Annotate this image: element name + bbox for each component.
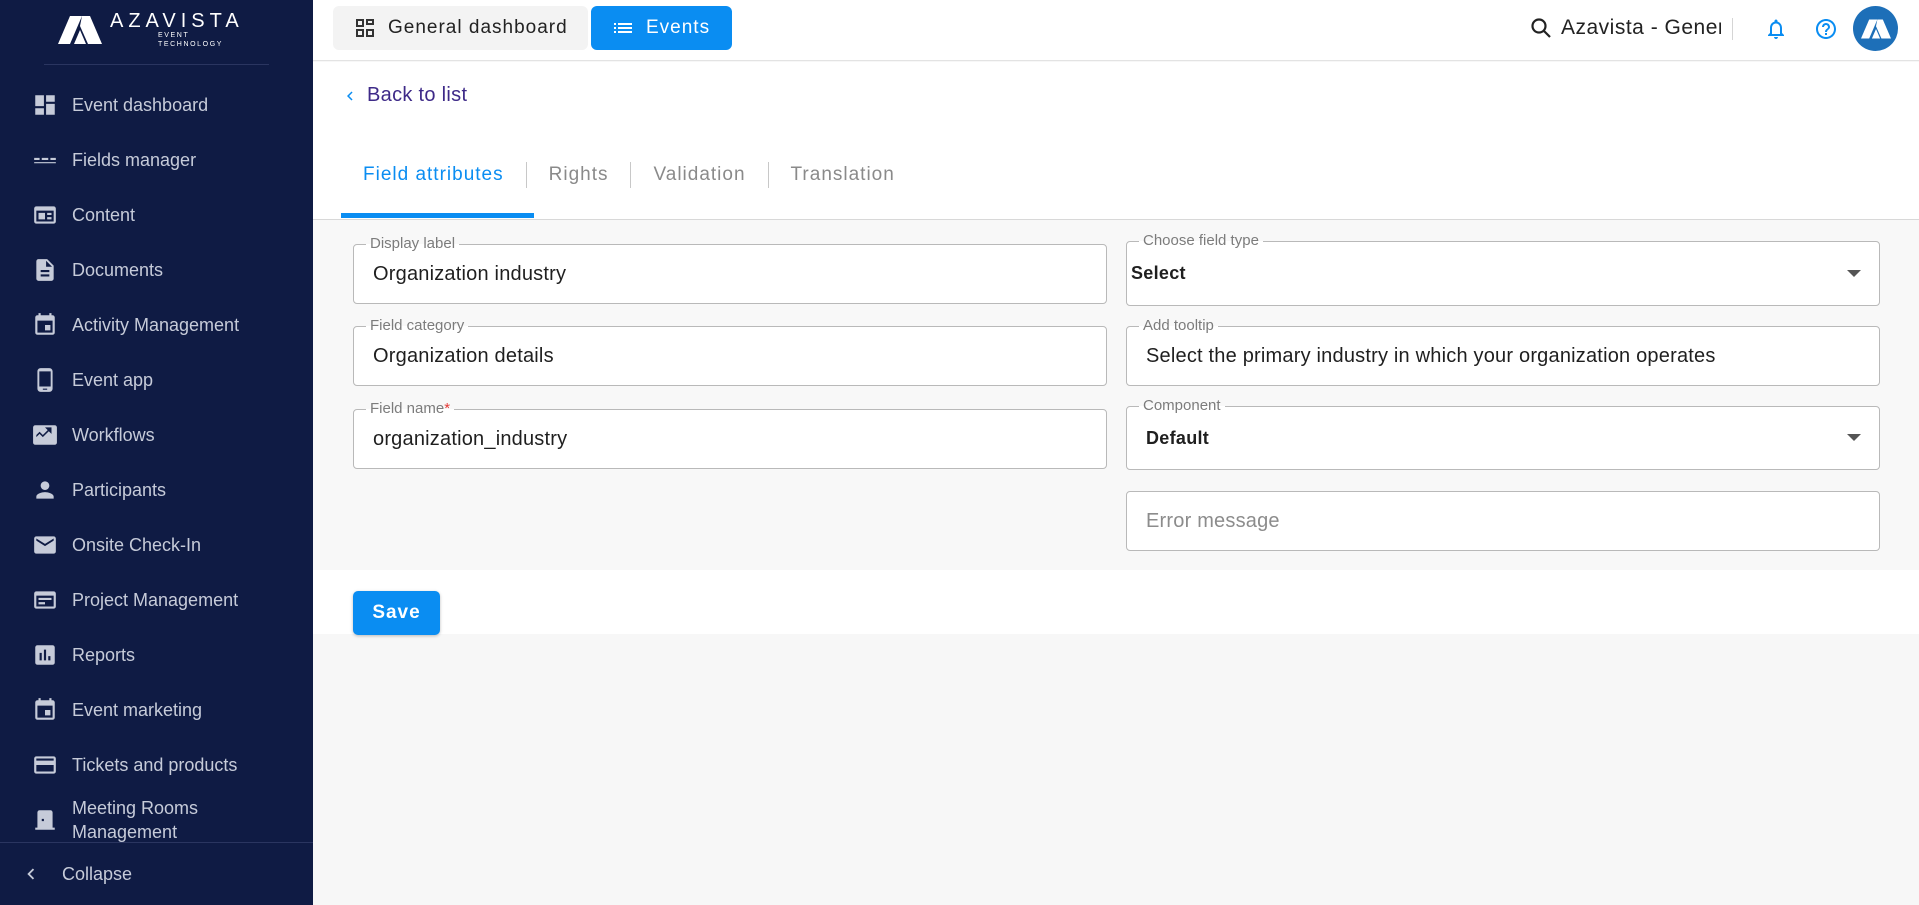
sidebar-item-label: Content [72,204,136,225]
sidebar-item-label: Activity Management [72,314,240,335]
general-dashboard-label: General dashboard [388,17,568,38]
display-label-value: Organization industry [373,262,567,285]
sidebar-item-event-app[interactable]: Event app [0,352,313,407]
field-name-value: organization_industry [373,427,568,450]
mail-icon [31,531,59,559]
form-actions [313,571,1919,634]
sidebar-item-fields-manager[interactable]: Fields manager [0,132,313,187]
workflow-icon [31,421,59,449]
sidebar-item-label: Fields manager [72,149,197,170]
sidebar-item-onsite-check-in[interactable]: Onsite Check-In [0,517,313,572]
field-type-select[interactable]: Choose field type Select [1126,232,1880,306]
sidebar-item-label: Workflows [72,424,155,445]
calendar-icon [31,696,59,724]
dashboard-icon [356,19,374,37]
sidebar-item-participants[interactable]: Participants [0,462,313,517]
general-dashboard-button[interactable]: General dashboard [333,6,588,50]
sidebar-item-content[interactable]: Content [0,187,313,242]
sidebar-collapse-button[interactable]: Collapse [0,842,313,905]
back-to-list-link[interactable]: Back to list [341,84,467,107]
sidebar-item-activity-management[interactable]: Activity Management [0,297,313,352]
sidebar-item-label: Tickets and products [72,754,238,775]
chevron-left-icon [347,91,353,100]
field-type-value: Select [1131,263,1186,283]
bell-icon [1768,19,1784,39]
help-icon [1816,19,1836,39]
top-bar: General dashboard Events Azavista - Gene… [313,0,1919,61]
field-category-field[interactable]: Field category Organization details [353,317,1107,386]
sidebar-item-label: Documents [72,259,164,280]
field-tabs: Field attributes Rights Validation Trans… [341,152,917,220]
field-name-field[interactable]: Field name* organization_industry [353,400,1107,469]
component-select[interactable]: Component Default [1126,397,1880,470]
help-button[interactable] [1812,15,1840,43]
sidebar-divider [44,64,269,65]
fields-icon [31,146,59,174]
event-search[interactable]: Azavista - Gener [1529,12,1721,44]
avatar[interactable] [1853,6,1898,51]
brand-name: AZAVISTA [110,10,244,32]
sidebar-item-reports[interactable]: Reports [0,627,313,682]
sidebar-item-event-marketing[interactable]: Event marketing [0,682,313,737]
sidebar-item-workflows[interactable]: Workflows [0,407,313,462]
sidebar-item-documents[interactable]: Documents [0,242,313,297]
dropdown-arrow-icon [1847,269,1861,277]
search-current-event: Azavista - Gener [1561,16,1721,39]
content-icon [31,201,59,229]
chevron-left-icon [27,868,35,880]
document-icon [31,256,59,284]
sidebar-item-project-management[interactable]: Project Management [0,572,313,627]
dashboard-icon [31,91,59,119]
dropdown-arrow-icon [1847,434,1861,441]
azavista-logo-icon [58,16,102,44]
active-tab-indicator [341,213,534,218]
sidebar-item-label: Event app [72,369,154,390]
notifications-button[interactable] [1762,15,1790,43]
tab-translation[interactable]: Translation [769,152,917,198]
save-button[interactable]: Save [353,591,440,635]
sidebar-item-label: Meeting Rooms Management [72,797,199,842]
sidebar-item-label: Onsite Check-In [72,534,202,555]
sidebar-item-event-dashboard[interactable]: Event dashboard [0,77,313,132]
sidebar-item-label: Project Management [72,589,239,610]
list-icon [614,23,632,33]
person-icon [31,476,59,504]
tab-field-attributes[interactable]: Field attributes [341,152,526,198]
display-label-field[interactable]: Display label Organization industry [353,235,1107,304]
door-icon [31,806,59,834]
sidebar-item-label: Reports [72,644,136,665]
tooltip-field[interactable]: Add tooltip Select the primary industry … [1126,317,1880,386]
error-message-placeholder: Error message [1146,509,1280,532]
sidebar-item-tickets-and-products[interactable]: Tickets and products [0,737,313,792]
collapse-label: Collapse [62,863,133,884]
tab-rights[interactable]: Rights [527,152,631,198]
phone-icon [31,366,59,394]
error-message-field[interactable]: Error message [1126,491,1880,551]
card-icon [31,751,59,779]
reports-icon [31,641,59,669]
project-icon [31,586,59,614]
azavista-logo-icon [1860,18,1891,39]
calendar-icon [31,311,59,339]
sidebar: AZAVISTA EVENT TECHNOLOGY Event dashboar… [0,0,313,905]
brand-tagline: EVENT TECHNOLOGY [158,32,224,48]
topbar-divider [1732,18,1733,40]
sidebar-nav: Event dashboard Fields manager Content D… [0,77,313,847]
events-label: Events [646,17,711,38]
sidebar-item-label: Event marketing [72,699,203,720]
back-to-list-label: Back to list [367,84,468,106]
events-button[interactable]: Events [591,6,732,50]
tab-validation[interactable]: Validation [631,152,767,198]
sidebar-item-label: Participants [72,479,167,500]
field-category-value: Organization details [373,344,554,367]
tooltip-value: Select the primary industry in which you… [1146,344,1716,367]
component-value: Default [1146,427,1210,448]
search-icon [1531,18,1551,38]
sidebar-item-label: Event dashboard [72,94,209,115]
sidebar-item-meeting-rooms-management[interactable]: Meeting Rooms Management [0,792,313,847]
azavista-logo[interactable]: AZAVISTA EVENT TECHNOLOGY [58,10,248,48]
